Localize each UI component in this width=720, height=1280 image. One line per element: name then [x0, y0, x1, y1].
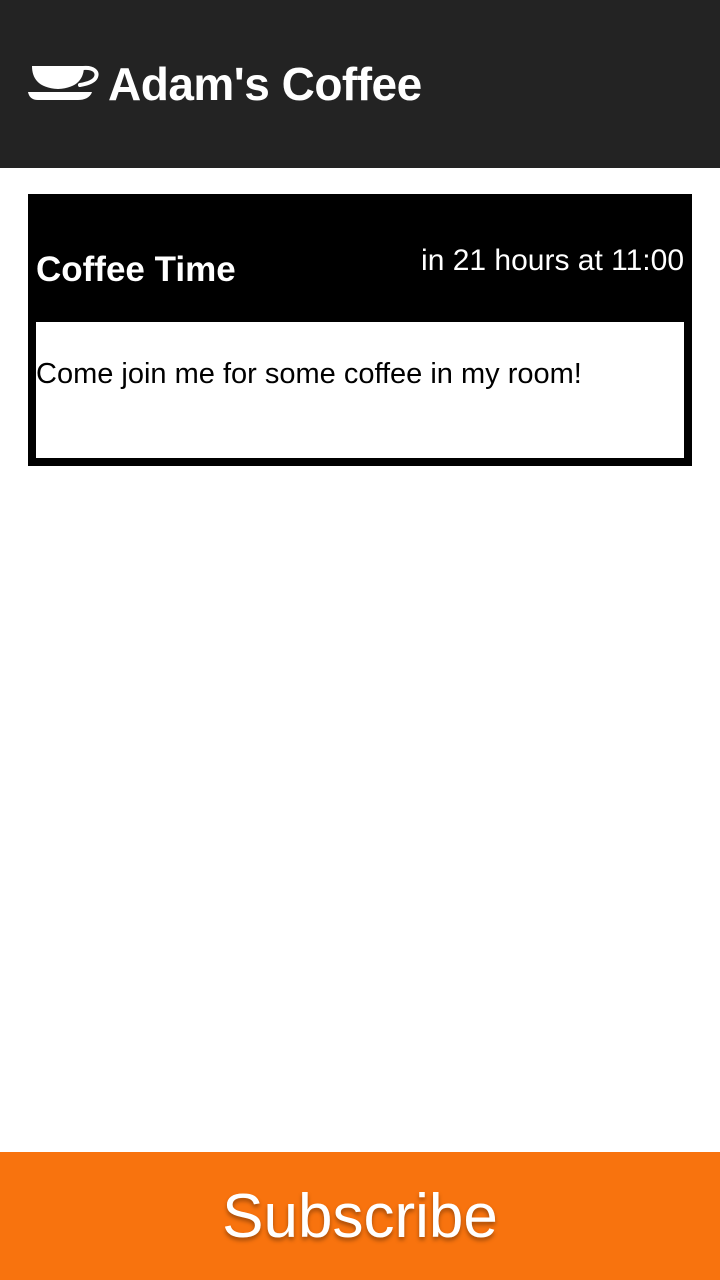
event-body: Come join me for some coffee in my room!	[36, 322, 684, 458]
event-description: Come join me for some coffee in my room!	[36, 358, 582, 390]
app-title: Adam's Coffee	[108, 58, 422, 110]
subscribe-button[interactable]: Subscribe	[0, 1152, 720, 1280]
event-header: Coffee Time in 21 hours at 11:00	[36, 202, 684, 322]
event-card[interactable]: Coffee Time in 21 hours at 11:00 Come jo…	[28, 194, 692, 466]
event-time: in 21 hours at 11:00	[421, 244, 684, 277]
coffee-cup-icon	[28, 65, 99, 100]
event-title: Coffee Time	[36, 250, 236, 289]
app-page: Adam's Coffee Coffee Time in 21 hours at…	[0, 0, 720, 1280]
app-header: Adam's Coffee	[0, 0, 720, 168]
